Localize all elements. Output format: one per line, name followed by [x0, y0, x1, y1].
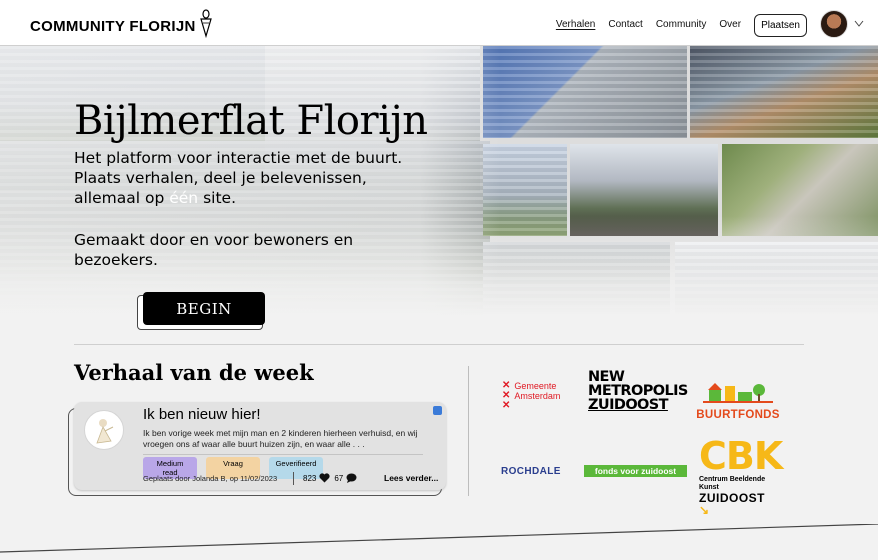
rochdale-logo[interactable]: ROCHDALE [501, 466, 561, 477]
verified-check-icon [433, 406, 442, 415]
heart-icon[interactable] [319, 473, 330, 483]
gemeente-amsterdam-logo[interactable]: ✕ ✕ ✕ Gemeente Amsterdam [502, 381, 560, 411]
arrow-icon: ↘ [699, 503, 710, 517]
story-title: Ik ben nieuw hier! [143, 406, 261, 423]
new-metropolis-zuidoost-logo[interactable]: NEW METROPOLIS ZUIDOOST [588, 369, 688, 413]
nav-link-contact[interactable]: Contact [608, 19, 642, 30]
nav-link-over[interactable]: Over [719, 19, 741, 30]
top-navigation-bar: COMMUNITY FLORIJN Verhalen Contact Commu… [0, 0, 878, 46]
cbk-letters: CBK [699, 434, 783, 478]
begin-button-wrapper: BEGIN [137, 292, 267, 332]
hero-highlight-word: één [169, 189, 199, 207]
brand-name: COMMUNITY FLORIJN [30, 17, 196, 35]
buurtfonds-skyline-icon [703, 383, 773, 403]
amsterdam-logo-line-2: Amsterdam [514, 391, 561, 401]
chevron-down-icon[interactable] [854, 20, 864, 28]
nav-link-community[interactable]: Community [656, 19, 707, 30]
main-nav: Verhalen Contact Community Over Plaatsen [556, 10, 864, 38]
comment-bubble-icon[interactable] [346, 473, 357, 483]
story-of-week-heading: Verhaal van de week [74, 360, 314, 385]
comment-count: 67 [334, 473, 344, 483]
story-stats: 823 67 [303, 473, 361, 483]
nmz-line-3: ZUIDOOST [588, 397, 669, 413]
amsterdam-xxx-icon: ✕ ✕ ✕ [502, 380, 511, 411]
story-card-divider [143, 454, 423, 455]
fonds-voor-zuidoost-logo[interactable]: fonds voor zuidoost [584, 465, 687, 477]
place-story-button[interactable]: Plaatsen [754, 13, 807, 37]
story-excerpt: Ik ben vorige week met mijn man en 2 kin… [143, 428, 418, 449]
read-more-link[interactable]: Lees verder... [384, 473, 438, 483]
user-avatar[interactable] [820, 10, 848, 38]
nmz-line-2: METROPOLIS [588, 383, 688, 399]
story-author-avatar [84, 410, 124, 450]
amsterdam-logo-line-1: Gemeente [514, 381, 557, 391]
story-card[interactable]: Ik ben nieuw hier! Ik ben vorige week me… [74, 402, 446, 490]
story-posted-by: Geplaats door Jolanda B, op 11/02/2023 [143, 474, 278, 483]
brand-logo-link[interactable]: COMMUNITY FLORIJN [30, 9, 212, 38]
author-illustration-icon [96, 419, 114, 444]
cbk-zuidoost-logo[interactable]: CBK Centrum Beeldende Kunst ZUIDOOST ↘ [699, 434, 783, 517]
vertical-divider [468, 366, 469, 496]
cbk-subtitle: Centrum Beeldende Kunst [699, 476, 766, 491]
section-divider [74, 344, 804, 345]
nmz-line-1: NEW [588, 369, 625, 385]
like-count: 823 [303, 473, 317, 483]
buurtfonds-text: BUURTFONDS [696, 409, 780, 421]
florijn-logo-icon [199, 9, 212, 38]
hero-title: Bijlmerflat Florijn [74, 98, 428, 144]
hero-audience-text: Gemaakt door en voor bewoners en bezoeke… [74, 231, 354, 269]
hero-intro-text: Het platform voor interactie met de buur… [74, 149, 403, 207]
buurtfonds-logo[interactable]: BUURTFONDS [694, 378, 782, 421]
nav-link-verhalen[interactable]: Verhalen [556, 19, 595, 30]
story-meta-separator [293, 472, 294, 485]
begin-button[interactable]: BEGIN [143, 292, 265, 325]
footer-divider-line [0, 524, 878, 553]
